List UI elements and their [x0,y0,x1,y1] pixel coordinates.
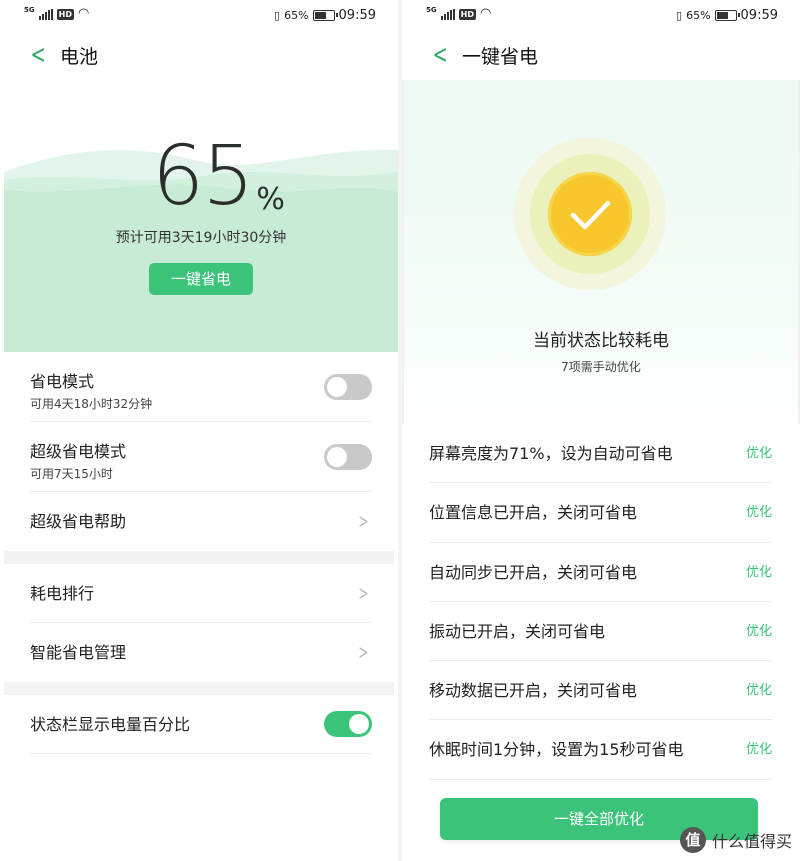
battery-percentage-number: 65 [152,129,254,224]
battery-hero: 65 % 预计可用3天19小时30分钟 一键省电 [4,80,398,352]
task-text: 屏幕亮度为71%，设为自动可省电 [429,444,673,463]
super-saving-help-row[interactable]: 超级省电帮助 > [30,492,372,551]
page-title: 一键省电 [462,45,539,68]
one-click-optimize-screen: 5G HD ◠ ▯ 65% 09:59 < 一键省电 当前状态比较耗电 7项需手… [402,0,800,861]
row-subtitle: 可用4天18小时32分钟 [30,397,153,411]
status-bar: 5G HD ◠ ▯ 65% 09:59 [426,6,778,26]
task-text: 休眠时间1分钟，设置为15秒可省电 [429,740,684,760]
row-label: 耗电排行 [30,584,95,603]
chevron-right-icon: > [358,509,369,533]
task-text: 自动同步已开启，关闭可省电 [429,562,638,582]
vibrate-icon: ▯ [676,9,683,22]
app-bar: < 一键省电 [428,38,539,72]
app-bar: < 电池 [26,38,99,72]
wifi-icon: ◠ [479,6,492,21]
task-row: 振动已开启，关闭可省电 优化 [429,602,772,662]
smart-power-management-row[interactable]: 智能省电管理 > [30,623,372,682]
section-gap [4,682,394,695]
vibrate-icon: ▯ [274,9,281,22]
task-row: 自动同步已开启，关闭可省电 优化 [429,543,772,602]
optimize-button[interactable]: 优化 [746,424,772,483]
optimize-button[interactable]: 优化 [746,661,772,720]
task-text: 移动数据已开启，关闭可省电 [429,681,638,701]
page-title: 电池 [60,45,99,68]
status-bar-percentage-toggle[interactable] [324,711,372,737]
clock: 09:59 [740,8,778,23]
task-text: 振动已开启，关闭可省电 [429,621,606,641]
row-label: 状态栏显示电量百分比 [30,715,191,734]
watermark-logo-icon: 值 [679,827,706,853]
clock: 09:59 [338,8,376,23]
chevron-right-icon: > [358,640,369,664]
task-row: 屏幕亮度为71%，设为自动可省电 优化 [429,424,772,484]
battery-screen: 5G HD ◠ ▯ 65% 09:59 < 电池 65 % 预计可用3天19小时… [0,0,398,861]
back-icon[interactable]: < [433,42,454,68]
optimization-list: 屏幕亮度为71%，设为自动可省电 优化 位置信息已开启，关闭可省电 优化 自动同… [402,424,800,780]
hd-badge: HD [458,8,476,20]
super-power-saving-toggle[interactable] [324,444,372,470]
settings-list: 省电模式 可用4天18小时32分钟 超级省电模式 可用7天15小时 超级省电帮助… [0,352,398,754]
hero-border [402,80,800,424]
optimize-button[interactable]: 优化 [746,602,772,661]
row-label: 超级省电帮助 [30,512,127,531]
super-power-saving-row[interactable]: 超级省电模式 可用7天15小时 [30,422,372,492]
back-icon[interactable]: < [31,42,52,68]
network-type: 5G [24,6,35,14]
status-bar-percentage-row[interactable]: 状态栏显示电量百分比 [30,695,372,754]
battery-percentage: 65 % [152,136,285,218]
battery-percentage-sign: % [256,182,285,217]
status-bar: 5G HD ◠ ▯ 65% 09:59 [24,6,376,26]
section-gap [4,551,394,564]
chevron-right-icon: > [358,581,369,605]
row-subtitle: 可用7天15小时 [30,467,113,481]
watermark: 值 什么值得买 [679,827,792,853]
power-saving-mode-row[interactable]: 省电模式 可用4天18小时32分钟 [30,352,372,422]
signal-icon [38,8,53,20]
task-row: 休眠时间1分钟，设置为15秒可省电 优化 [429,720,772,780]
task-row: 移动数据已开启，关闭可省电 优化 [429,661,772,721]
optimize-button[interactable]: 优化 [746,720,772,779]
row-label: 省电模式 [30,372,95,391]
power-ranking-row[interactable]: 耗电排行 > [30,564,372,623]
task-row: 位置信息已开启，关闭可省电 优化 [429,483,772,543]
battery-percent: 65% [284,9,309,22]
one-click-save-button[interactable]: 一键省电 [149,263,253,295]
row-label: 智能省电管理 [30,643,127,662]
optimize-button[interactable]: 优化 [746,483,772,542]
battery-percent: 65% [686,9,711,22]
wifi-icon: ◠ [77,6,90,21]
signal-icon [440,8,455,20]
power-saving-toggle[interactable] [324,374,372,400]
battery-icon [312,10,338,21]
watermark-text: 什么值得买 [711,832,792,851]
task-text: 位置信息已开启，关闭可省电 [429,503,638,523]
hd-badge: HD [56,8,74,20]
battery-icon [714,10,740,21]
battery-estimate: 预计可用3天19小时30分钟 [115,230,287,246]
optimize-button[interactable]: 优化 [746,543,772,602]
network-type: 5G [426,6,437,14]
row-label: 超级省电模式 [30,442,127,461]
